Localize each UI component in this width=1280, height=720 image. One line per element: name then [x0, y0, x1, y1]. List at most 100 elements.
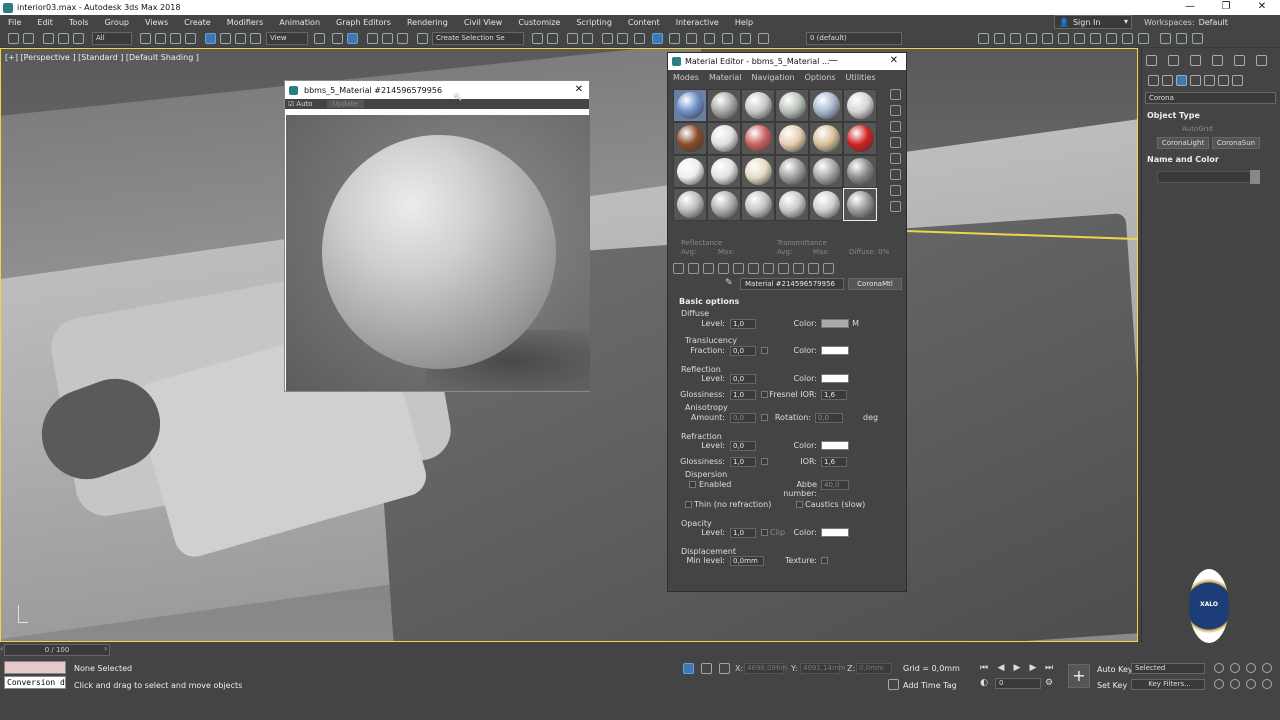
- window-crossing-icon[interactable]: [185, 33, 196, 44]
- render-setup-icon[interactable]: [652, 33, 663, 44]
- isolate-selection-icon[interactable]: [683, 663, 694, 674]
- timeline-next-icon[interactable]: ›: [104, 644, 107, 653]
- time-tag-icon[interactable]: [888, 679, 899, 690]
- selection-key-dropdown[interactable]: Selected: [1131, 663, 1205, 674]
- create-tab-icon[interactable]: [1146, 55, 1157, 66]
- basic-options-rollout[interactable]: Basic options: [673, 295, 901, 308]
- modify-tab-icon[interactable]: [1168, 55, 1179, 66]
- refraction-glossiness-map-checkbox[interactable]: [761, 458, 768, 465]
- reference-coordinate-dropdown[interactable]: View: [266, 32, 308, 45]
- go-forward-sibling-icon[interactable]: [823, 262, 834, 274]
- video-color-check-icon[interactable]: [890, 153, 901, 164]
- material-sample-slot[interactable]: [809, 188, 843, 221]
- time-slider[interactable]: 0 / 100: [4, 644, 110, 656]
- minimize-icon[interactable]: —: [828, 55, 838, 66]
- goto-end-icon[interactable]: ⏭: [1043, 663, 1055, 674]
- keyboard-shortcut-override-icon[interactable]: [332, 33, 343, 44]
- material-sample-slot[interactable]: [707, 89, 741, 122]
- update-button[interactable]: Update: [326, 100, 364, 108]
- menu-edit[interactable]: Edit: [29, 18, 61, 27]
- select-by-material-icon[interactable]: [890, 201, 901, 212]
- display-tab-icon[interactable]: [1234, 55, 1245, 66]
- auto-checkbox[interactable]: ☑: [288, 100, 294, 108]
- material-id-icon[interactable]: [763, 262, 774, 274]
- material-sample-slot[interactable]: [843, 155, 877, 188]
- opacity-level-input[interactable]: 1,0: [730, 528, 756, 538]
- get-material-icon[interactable]: [673, 262, 684, 274]
- z-coordinate-field[interactable]: 0,0mm: [856, 663, 892, 674]
- next-frame-icon[interactable]: ▶: [1027, 663, 1039, 674]
- put-material-icon[interactable]: [688, 262, 699, 274]
- material-sample-slot[interactable]: [809, 89, 843, 122]
- material-sample-slot[interactable]: [741, 122, 775, 155]
- opacity-clip-checkbox[interactable]: [761, 529, 768, 536]
- material-sample-slot[interactable]: [775, 188, 809, 221]
- lights-icon[interactable]: [1176, 75, 1187, 86]
- corona-camera-icon[interactable]: [1026, 33, 1037, 44]
- corona-render-icon[interactable]: [978, 33, 989, 44]
- show-end-result-icon[interactable]: [793, 262, 804, 274]
- make-preview-icon[interactable]: [890, 169, 901, 180]
- anisotropy-amount-input[interactable]: 0,0: [730, 413, 756, 423]
- selection-filter-dropdown[interactable]: All: [92, 32, 132, 45]
- caustics-checkbox[interactable]: [796, 501, 803, 508]
- menu-modifiers[interactable]: Modifiers: [219, 18, 272, 27]
- reflection-glossiness-input[interactable]: 1,0: [730, 390, 756, 400]
- workspace-selector[interactable]: Workspaces: Default: [1144, 15, 1228, 29]
- goto-start-icon[interactable]: ⏮: [978, 663, 990, 674]
- options-icon[interactable]: [890, 185, 901, 196]
- auto-key-button[interactable]: Auto Key: [1097, 665, 1133, 674]
- object-name-field[interactable]: [1157, 171, 1254, 183]
- material-menu-options[interactable]: Options: [800, 73, 841, 82]
- opacity-color-swatch[interactable]: [821, 528, 849, 537]
- corona-ipr-icon[interactable]: [994, 33, 1005, 44]
- material-sample-slot[interactable]: [809, 155, 843, 188]
- menu-file[interactable]: File: [0, 18, 29, 27]
- material-menu-material[interactable]: Material: [704, 73, 747, 82]
- diffuse-level-input[interactable]: 1,0: [730, 319, 756, 329]
- toggle-scene-explorer-icon[interactable]: [567, 33, 578, 44]
- abbe-number-input[interactable]: 40,0: [821, 480, 849, 490]
- select-and-place-icon[interactable]: [250, 33, 261, 44]
- layer-manager-icon[interactable]: [758, 33, 769, 44]
- background-icon[interactable]: [890, 121, 901, 132]
- close-button[interactable]: ✕: [1244, 0, 1280, 15]
- field-of-view-icon[interactable]: [1214, 679, 1224, 689]
- refraction-level-input[interactable]: 0,0: [730, 441, 756, 451]
- space-warps-icon[interactable]: [1218, 75, 1229, 86]
- show-shaded-icon[interactable]: [778, 262, 789, 274]
- a360-gallery-icon[interactable]: [740, 33, 751, 44]
- percent-snap-icon[interactable]: [382, 33, 393, 44]
- sign-in-dropdown[interactable]: 👤 Sign In ▾: [1054, 15, 1132, 29]
- menu-content[interactable]: Content: [620, 18, 668, 27]
- corona-converter-icon[interactable]: [1138, 33, 1149, 44]
- corona-light-button[interactable]: CoronaLight: [1157, 137, 1209, 149]
- material-sample-slot[interactable]: [673, 89, 707, 122]
- key-filters-button[interactable]: Key Filters...: [1131, 679, 1205, 690]
- mirror-icon[interactable]: [532, 33, 543, 44]
- material-type-button[interactable]: CoronaMtl: [848, 278, 902, 290]
- menu-graph-editors[interactable]: Graph Editors: [328, 18, 399, 27]
- close-icon[interactable]: ✕: [890, 55, 898, 66]
- key-mode-icon[interactable]: ◐: [978, 678, 990, 689]
- assign-material-icon[interactable]: [703, 262, 714, 274]
- go-to-parent-icon[interactable]: [808, 262, 819, 274]
- menu-customize[interactable]: Customize: [510, 18, 568, 27]
- material-sample-slot[interactable]: [707, 122, 741, 155]
- material-editor-title-bar[interactable]: Material Editor - bbms_5_Material ... — …: [668, 53, 906, 70]
- restore-button[interactable]: ❐: [1208, 0, 1244, 15]
- edit-named-selection-icon[interactable]: [417, 33, 428, 44]
- material-sample-slot[interactable]: [775, 89, 809, 122]
- object-color-swatch[interactable]: [1250, 170, 1260, 184]
- x-coordinate-field[interactable]: 4696,096m: [744, 663, 787, 674]
- material-sample-slot[interactable]: [741, 89, 775, 122]
- diffuse-map-button[interactable]: M: [851, 319, 859, 328]
- put-to-library-icon[interactable]: [748, 262, 759, 274]
- add-time-tag[interactable]: Add Time Tag: [903, 681, 957, 690]
- zoom-all-icon[interactable]: [1230, 663, 1240, 673]
- material-sample-slot[interactable]: [741, 155, 775, 188]
- maxscript-listener[interactable]: [4, 661, 66, 674]
- schematic-view-icon[interactable]: [617, 33, 628, 44]
- maxscript-mini-listener[interactable]: Conversion di: [4, 676, 66, 689]
- material-name-field[interactable]: Material #214596579956: [740, 278, 844, 290]
